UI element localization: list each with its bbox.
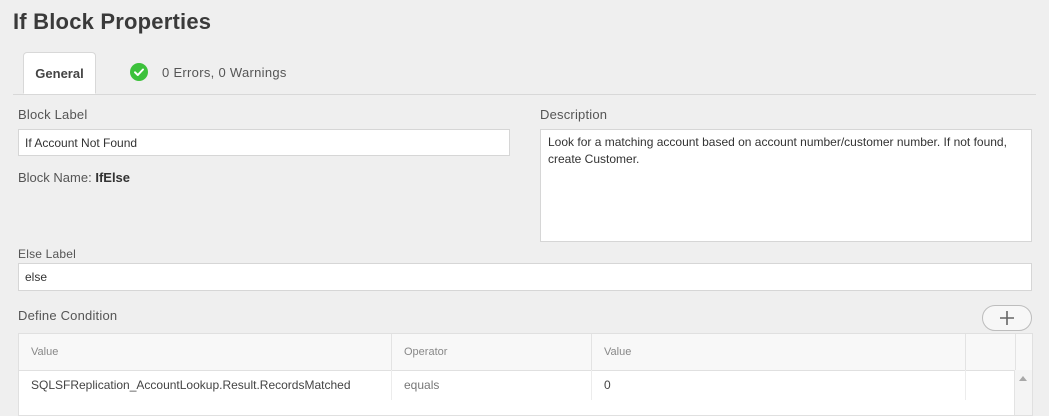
else-label-heading: Else Label <box>18 247 77 261</box>
check-circle-icon <box>130 63 148 81</box>
condition-table-header: Value Operator Value <box>19 334 1032 371</box>
plus-icon <box>1000 311 1014 325</box>
else-label-value: else <box>25 270 48 284</box>
table-scrollbar[interactable] <box>1014 370 1032 415</box>
condition-table: Value Operator Value SQLSFReplication_Ac… <box>18 333 1033 416</box>
column-header-actions <box>966 334 1016 370</box>
validation-status-text: 0 Errors, 0 Warnings <box>162 64 287 80</box>
description-heading: Description <box>540 107 608 122</box>
column-header-value-right[interactable]: Value <box>592 334 966 370</box>
add-condition-button[interactable] <box>982 305 1032 331</box>
condition-right-value[interactable]: 0 <box>592 370 966 400</box>
scroll-up-arrow-icon[interactable] <box>1019 376 1027 381</box>
condition-row-actions <box>966 370 1016 400</box>
block-label-value: If Account Not Found <box>25 135 138 150</box>
tab-validation-status[interactable]: 0 Errors, 0 Warnings <box>130 61 287 83</box>
block-name-value: IfElse <box>95 170 131 185</box>
description-textarea[interactable]: Look for a matching account based on acc… <box>540 129 1032 242</box>
block-label-heading: Block Label <box>18 107 88 122</box>
page-title: If Block Properties <box>13 9 212 34</box>
tab-general[interactable]: General <box>23 52 96 94</box>
block-name: Block Name: IfElse <box>18 170 130 185</box>
block-label-input[interactable]: If Account Not Found <box>18 129 510 156</box>
description-value: Look for a matching account based on acc… <box>548 135 1007 166</box>
table-row[interactable]: SQLSFReplication_AccountLookup.Result.Re… <box>19 370 1032 400</box>
condition-left-value[interactable]: SQLSFReplication_AccountLookup.Result.Re… <box>19 370 392 400</box>
condition-operator[interactable]: equals <box>392 370 592 400</box>
column-header-operator[interactable]: Operator <box>392 334 592 370</box>
block-name-label: Block Name: <box>18 170 92 185</box>
else-label-input[interactable]: else <box>18 263 1032 291</box>
define-condition-heading: Define Condition <box>18 308 118 323</box>
column-header-value[interactable]: Value <box>19 334 392 370</box>
tab-bar: General 0 Errors, 0 Warnings <box>13 52 1036 95</box>
